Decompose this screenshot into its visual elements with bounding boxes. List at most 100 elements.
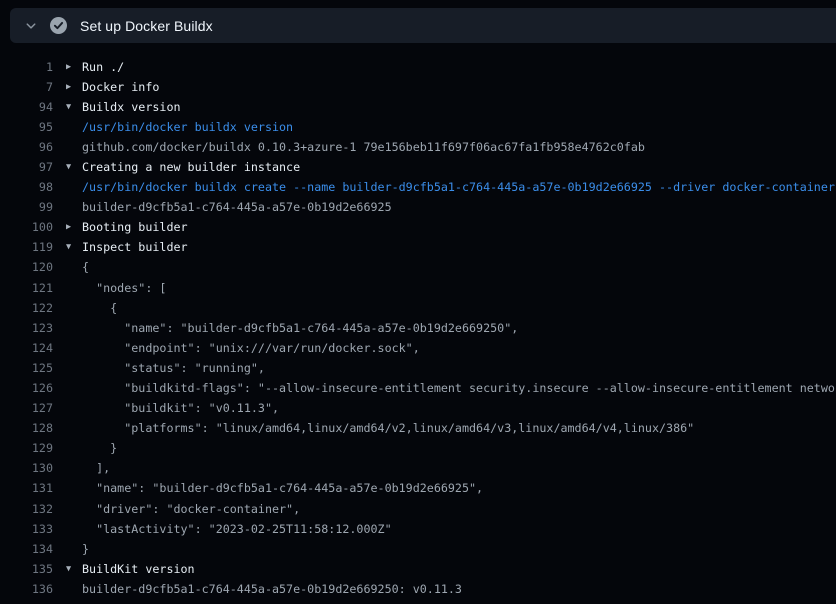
line-number[interactable]: 124 — [0, 338, 53, 358]
line-number[interactable]: 122 — [0, 298, 53, 318]
group-toggle-icon — [53, 579, 82, 599]
log-line: 131 "name": "builder-d9cfb5a1-c764-445a-… — [0, 478, 836, 498]
group-toggle-icon[interactable]: ▼ — [53, 237, 82, 257]
line-number[interactable]: 7 — [0, 77, 53, 97]
log-line: 129 } — [0, 438, 836, 458]
group-toggle-icon — [53, 137, 82, 157]
log-line[interactable]: 7 ▶ Docker info — [0, 77, 836, 97]
group-toggle-icon — [53, 539, 82, 559]
step-header[interactable]: Set up Docker Buildx — [10, 8, 836, 43]
group-toggle-icon — [53, 197, 82, 217]
log-line: 123 "name": "builder-d9cfb5a1-c764-445a-… — [0, 318, 836, 338]
log-line: 125 "status": "running", — [0, 358, 836, 378]
group-toggle-icon[interactable]: ▶ — [53, 77, 82, 97]
log-text: { — [82, 298, 836, 318]
log-text: "driver": "docker-container", — [82, 499, 836, 519]
log-line: 95 /usr/bin/docker buildx version — [0, 117, 836, 137]
log-text: "status": "running", — [82, 358, 836, 378]
log-line: 121 "nodes": [ — [0, 278, 836, 298]
check-circle-icon — [49, 17, 67, 35]
log-text: Inspect builder — [82, 237, 836, 257]
line-number[interactable]: 99 — [0, 197, 53, 217]
log-line: 98 /usr/bin/docker buildx create --name … — [0, 177, 836, 197]
group-toggle-icon[interactable]: ▼ — [53, 157, 82, 177]
line-number[interactable]: 96 — [0, 137, 53, 157]
line-number[interactable]: 135 — [0, 559, 53, 579]
group-toggle-icon — [53, 519, 82, 539]
line-number[interactable]: 94 — [0, 97, 53, 117]
log-text: Docker info — [82, 77, 836, 97]
group-toggle-icon — [53, 298, 82, 318]
log-line: 128 "platforms": "linux/amd64,linux/amd6… — [0, 418, 836, 438]
group-toggle-icon — [53, 458, 82, 478]
log-line: 132 "driver": "docker-container", — [0, 499, 836, 519]
group-toggle-icon — [53, 257, 82, 277]
log-text: Creating a new builder instance — [82, 157, 836, 177]
line-number[interactable]: 1 — [0, 57, 53, 77]
line-number[interactable]: 126 — [0, 378, 53, 398]
line-number[interactable]: 121 — [0, 278, 53, 298]
group-toggle-icon — [53, 358, 82, 378]
group-toggle-icon — [53, 438, 82, 458]
group-toggle-icon — [53, 418, 82, 438]
log-line: 127 "buildkit": "v0.11.3", — [0, 398, 836, 418]
line-number[interactable]: 120 — [0, 257, 53, 277]
group-toggle-icon — [53, 398, 82, 418]
line-number[interactable]: 128 — [0, 418, 53, 438]
log-line: 130 ], — [0, 458, 836, 478]
log-text: builder-d9cfb5a1-c764-445a-a57e-0b19d2e6… — [82, 579, 836, 599]
group-toggle-icon[interactable]: ▼ — [53, 559, 82, 579]
group-toggle-icon — [53, 499, 82, 519]
line-number[interactable]: 119 — [0, 237, 53, 257]
log-line: 126 "buildkitd-flags": "--allow-insecure… — [0, 378, 836, 398]
log-line[interactable]: 94 ▼ Buildx version — [0, 97, 836, 117]
line-number[interactable]: 98 — [0, 177, 53, 197]
line-number[interactable]: 97 — [0, 157, 53, 177]
chevron-down-icon[interactable] — [23, 18, 39, 34]
log-text: "nodes": [ — [82, 278, 836, 298]
group-toggle-icon — [53, 478, 82, 498]
log-text: ], — [82, 458, 836, 478]
step-title: Set up Docker Buildx — [80, 18, 213, 34]
log-line: 120 { — [0, 257, 836, 277]
group-toggle-icon[interactable]: ▶ — [53, 57, 82, 77]
group-toggle-icon[interactable]: ▶ — [53, 217, 82, 237]
log-text: "name": "builder-d9cfb5a1-c764-445a-a57e… — [82, 318, 836, 338]
log-text: "endpoint": "unix:///var/run/docker.sock… — [82, 338, 836, 358]
line-number[interactable]: 132 — [0, 499, 53, 519]
line-number[interactable]: 136 — [0, 579, 53, 599]
log-text: } — [82, 438, 836, 458]
log-text: "platforms": "linux/amd64,linux/amd64/v2… — [82, 418, 836, 438]
log-line[interactable]: 119 ▼ Inspect builder — [0, 237, 836, 257]
log-line[interactable]: 1 ▶ Run ./ — [0, 57, 836, 77]
log-text: /usr/bin/docker buildx create --name bui… — [82, 177, 836, 197]
log-line[interactable]: 97 ▼ Creating a new builder instance — [0, 157, 836, 177]
line-number[interactable]: 127 — [0, 398, 53, 418]
line-number[interactable]: 129 — [0, 438, 53, 458]
log-text: Booting builder — [82, 217, 836, 237]
log-line: 136 builder-d9cfb5a1-c764-445a-a57e-0b19… — [0, 579, 836, 599]
log-line: 134 } — [0, 539, 836, 559]
log-text: github.com/docker/buildx 0.10.3+azure-1 … — [82, 137, 836, 157]
log-text: "lastActivity": "2023-02-25T11:58:12.000… — [82, 519, 836, 539]
line-number[interactable]: 131 — [0, 478, 53, 498]
line-number[interactable]: 130 — [0, 458, 53, 478]
group-toggle-icon — [53, 177, 82, 197]
line-number[interactable]: 123 — [0, 318, 53, 338]
group-toggle-icon — [53, 117, 82, 137]
log-line: 124 "endpoint": "unix:///var/run/docker.… — [0, 338, 836, 358]
log-text: builder-d9cfb5a1-c764-445a-a57e-0b19d2e6… — [82, 197, 836, 217]
log-line[interactable]: 100 ▶ Booting builder — [0, 217, 836, 237]
line-number[interactable]: 133 — [0, 519, 53, 539]
line-number[interactable]: 134 — [0, 539, 53, 559]
log-text: /usr/bin/docker buildx version — [82, 117, 836, 137]
line-number[interactable]: 100 — [0, 217, 53, 237]
log-text: "buildkitd-flags": "--allow-insecure-ent… — [82, 378, 836, 398]
log-text: { — [82, 257, 836, 277]
log-line[interactable]: 135 ▼ BuildKit version — [0, 559, 836, 579]
log-lines: 1 ▶ Run ./ 7 ▶ Docker info 94 ▼ Buildx v… — [0, 43, 836, 599]
line-number[interactable]: 125 — [0, 358, 53, 378]
group-toggle-icon[interactable]: ▼ — [53, 97, 82, 117]
log-line: 99 builder-d9cfb5a1-c764-445a-a57e-0b19d… — [0, 197, 836, 217]
line-number[interactable]: 95 — [0, 117, 53, 137]
